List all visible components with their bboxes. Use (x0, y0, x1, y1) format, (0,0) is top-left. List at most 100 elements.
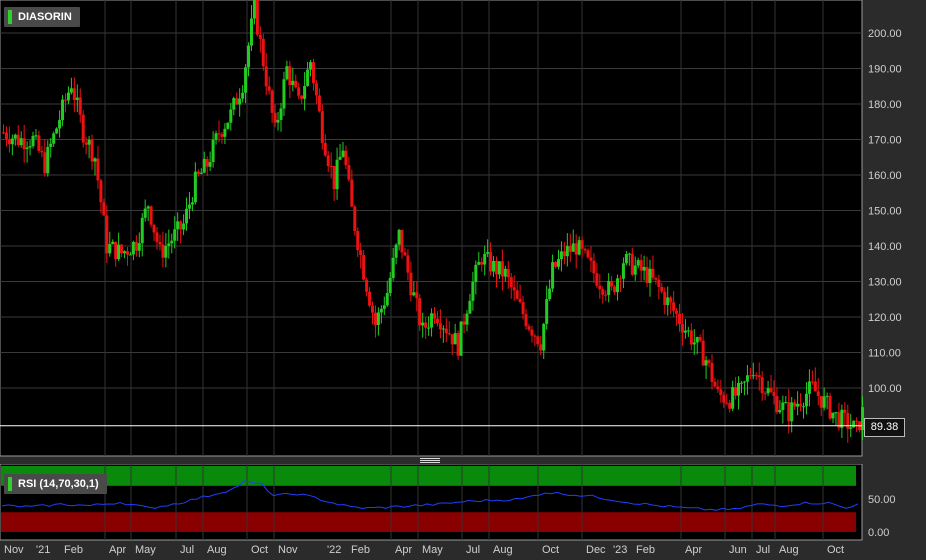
candle-body (371, 305, 375, 313)
candle-body (273, 112, 277, 123)
candle-body (559, 251, 563, 260)
candle-body (813, 381, 817, 392)
time-tick-label: Oct (542, 544, 559, 556)
candle-body (249, 18, 253, 46)
price-tick-label: 200.00 (868, 28, 902, 40)
candle-body (506, 268, 510, 278)
candle-body (111, 241, 115, 245)
candle-body (616, 278, 620, 293)
candle-body (639, 260, 643, 271)
candle-body (545, 299, 549, 324)
candle-body (173, 229, 177, 241)
candle-body (763, 393, 767, 395)
candle-body (7, 139, 11, 145)
candle-body (524, 314, 528, 327)
candle-body (562, 251, 566, 257)
candle-body (536, 336, 540, 345)
candle-body (4, 132, 8, 140)
candle-body (731, 387, 735, 409)
candle-body (675, 310, 679, 314)
candle-body (698, 337, 702, 341)
candle-body (810, 381, 814, 383)
candle-body (574, 243, 578, 255)
candle-body (37, 135, 41, 151)
candle-body (556, 259, 560, 267)
candle-body (462, 321, 466, 325)
candle-body (737, 382, 741, 396)
candle-body (672, 302, 676, 311)
candle-body (686, 330, 690, 332)
candle-body (332, 166, 336, 190)
candle-body (179, 221, 183, 230)
candle-body (554, 262, 558, 267)
candle-body (409, 272, 413, 296)
rsi-chart[interactable]: 50.00 0.00 Nov '21 Feb Apr May Jul Aug Oct Nov '22… (0, 464, 926, 560)
candle-body (394, 244, 398, 258)
candle-body (660, 286, 664, 292)
price-tick-label: 170.00 (868, 135, 902, 147)
price-tick-label: 190.00 (868, 64, 902, 76)
candle-body (264, 66, 268, 87)
time-tick-label: May (135, 544, 156, 556)
candle-body (117, 244, 121, 260)
candle-body (185, 208, 189, 224)
candle-body (648, 268, 652, 283)
candle-body (397, 229, 401, 245)
candle-body (796, 403, 800, 407)
candle-body (444, 328, 448, 334)
candle-body (816, 391, 820, 396)
candle-body (81, 114, 85, 143)
candle-body (232, 98, 236, 110)
candle-body (255, 0, 259, 35)
candle-body (326, 155, 330, 167)
candle-body (229, 109, 233, 123)
candle-body (627, 253, 631, 255)
candle-body (238, 98, 242, 105)
candle-body (158, 241, 162, 245)
candle-body (155, 232, 159, 242)
time-tick-label: Jul (180, 544, 194, 556)
candle-body (489, 252, 493, 272)
candle-body (252, 0, 256, 19)
candle-body (58, 120, 62, 129)
candle-body (548, 288, 552, 300)
candle-body (164, 246, 168, 258)
candle-body (509, 277, 513, 288)
candle-body (683, 330, 687, 333)
candle-body (456, 333, 460, 356)
candle-body (642, 267, 646, 271)
time-tick-label: Feb (64, 544, 83, 556)
candle-body (613, 286, 617, 293)
candle-body (388, 278, 392, 293)
candle-body (205, 159, 209, 167)
candle-body (61, 99, 65, 121)
pane-splitter-handle[interactable] (420, 457, 440, 463)
candle-body (294, 80, 298, 88)
candle-body (651, 268, 655, 278)
candle-body (288, 66, 292, 86)
price-chart[interactable]: 100.00 110.00 120.00 130.00 140.00 150.00 160.… (0, 0, 926, 458)
candle-body (128, 254, 132, 256)
candle-body (379, 308, 383, 313)
candle-body (766, 388, 770, 394)
time-tick-label: Nov (4, 544, 24, 556)
candle-body (645, 267, 649, 283)
candle-body (521, 302, 525, 315)
time-tick-label: '21 (36, 544, 50, 556)
candle-body (341, 150, 345, 157)
candle-body (412, 292, 416, 296)
candle-body (208, 162, 212, 167)
candle-body (300, 95, 304, 99)
candle-body (279, 108, 283, 120)
candle-body (666, 297, 670, 306)
time-tick-label: Oct (251, 544, 268, 556)
candle-body (784, 402, 788, 404)
time-tick-label: Apr (109, 544, 126, 556)
candle-body (494, 260, 498, 275)
candle-body (415, 292, 419, 299)
candle-body (592, 260, 596, 274)
candle-body (114, 241, 118, 260)
candle-body (704, 360, 708, 366)
candle-body (134, 241, 138, 251)
candle-body (317, 95, 321, 112)
